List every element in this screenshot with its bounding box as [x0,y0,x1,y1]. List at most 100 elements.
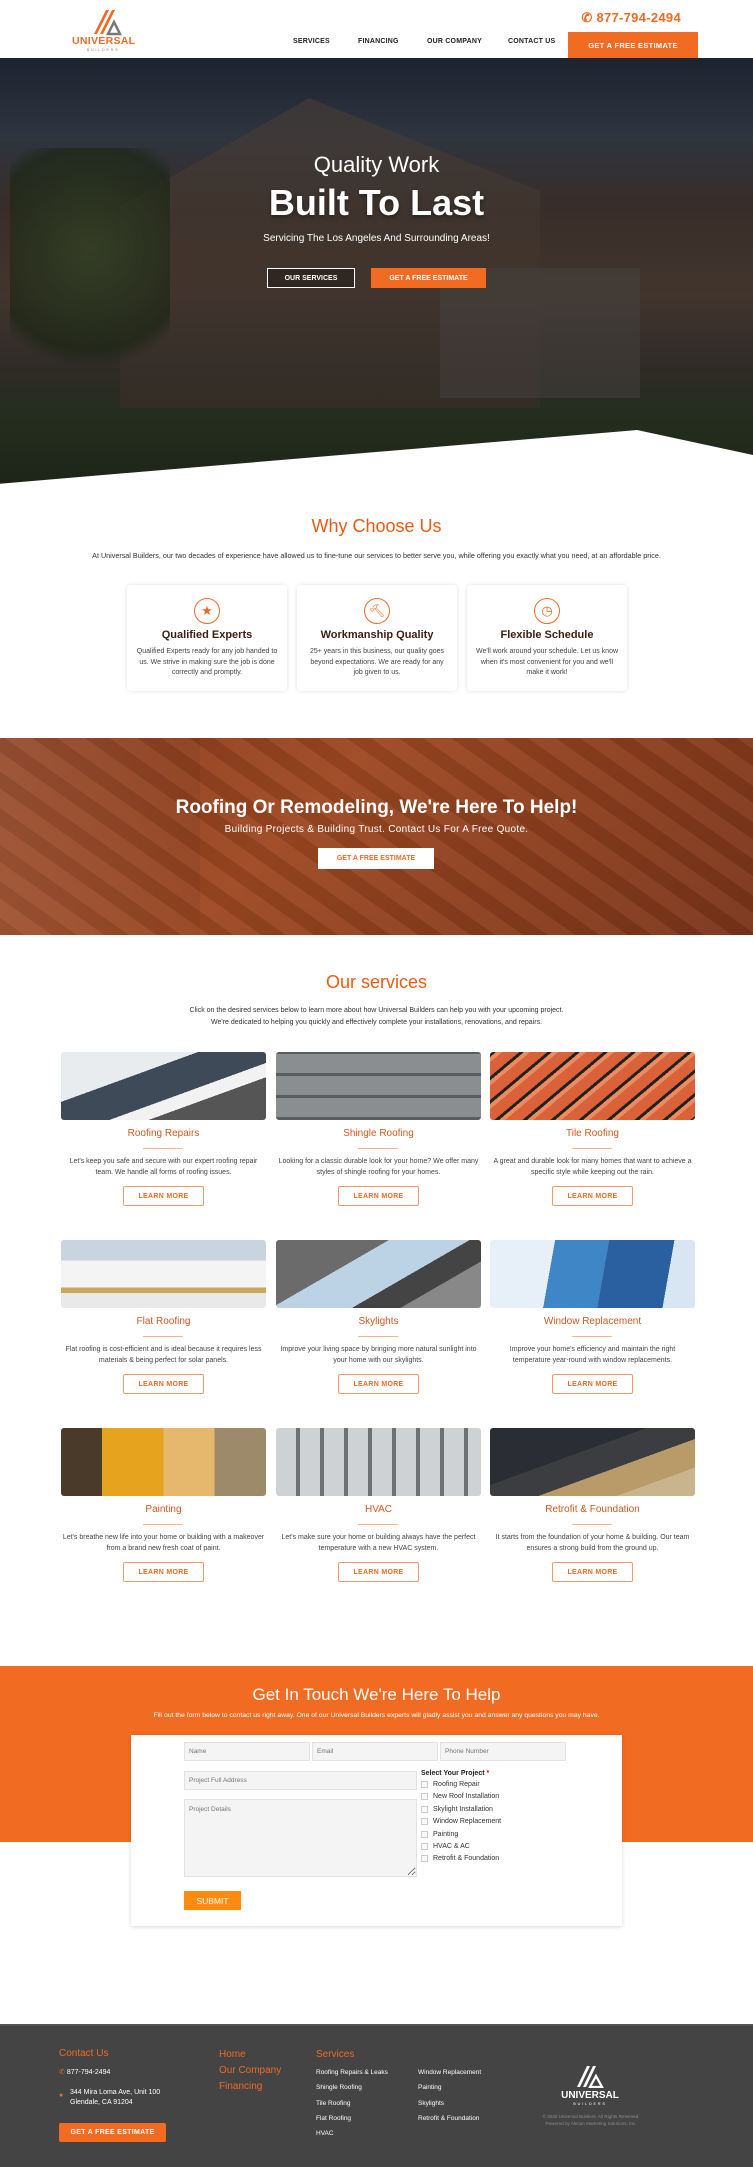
our-services-button[interactable]: OUR SERVICES [267,268,355,288]
checkbox[interactable] [421,1781,428,1788]
hero-estimate-button[interactable]: GET A FREE ESTIMATE [371,268,486,288]
service-image[interactable] [61,1240,266,1308]
nav-financing[interactable]: FINANCING [358,38,399,45]
learn-more-button[interactable]: LEARN MORE [123,1186,204,1206]
footer-service-link[interactable]: Shingle Roofing [316,2084,362,2091]
footer-link-home[interactable]: Home [219,2049,246,2060]
header-estimate-button[interactable]: GET A FREE ESTIMATE [568,32,698,58]
footer-contact-title: Contact Us [59,2048,109,2059]
footer-service-link[interactable]: Flat Roofing [316,2115,351,2122]
service-title[interactable]: Skylights [276,1316,481,1327]
service-card: Tile Roofing A great and durable look for… [490,1052,695,1232]
address-input[interactable] [184,1771,417,1790]
project-option-checkbox[interactable]: Retrofit & Foundation [421,1855,500,1863]
service-title[interactable]: Shingle Roofing [276,1128,481,1139]
learn-more-button[interactable]: LEARN MORE [552,1374,633,1394]
checkbox[interactable] [421,1830,428,1838]
project-option-checkbox[interactable]: Window Replacement [421,1818,502,1826]
checkbox[interactable] [421,1855,428,1863]
service-image[interactable] [276,1428,481,1496]
service-title[interactable]: Roofing Repairs [61,1128,266,1139]
footer-logo-wordmark: UNIVERSAL [561,2090,619,2101]
footer-estimate-button[interactable]: GET A FREE ESTIMATE [59,2123,166,2142]
service-image[interactable] [61,1052,266,1120]
service-image[interactable] [490,1240,695,1308]
required-mark: * [486,1770,490,1777]
checkbox[interactable] [421,1843,428,1850]
checkbox[interactable] [421,1818,428,1826]
service-image[interactable] [276,1240,481,1308]
header-phone[interactable]: ✆ 877-794-2494 [581,10,681,26]
name-input[interactable] [184,1742,310,1761]
footer-phone-number: 877-794-2494 [66,2069,111,2076]
project-details-textarea[interactable] [184,1799,417,1877]
service-description: Improve your living space by bringing mo… [280,1346,477,1364]
service-card: Shingle Roofing Looking for a classic dur… [276,1052,481,1232]
footer-service-link[interactable]: Window Replacement [418,2069,481,2076]
service-image[interactable] [490,1428,695,1496]
learn-more-button[interactable]: LEARN MORE [338,1186,419,1206]
project-option-checkbox[interactable]: New Roof Installation [421,1793,500,1801]
service-title[interactable]: Window Replacement [490,1316,695,1327]
roofer-background-image [0,738,200,935]
service-title[interactable]: Tile Roofing [490,1128,695,1139]
footer-service-link[interactable]: Retrofit & Foundation [418,2115,479,2122]
project-option-checkbox[interactable]: Skylight Installation [421,1805,493,1813]
learn-more-button[interactable]: LEARN MORE [123,1562,204,1582]
project-option-checkbox[interactable]: HVAC & AC [421,1843,470,1850]
project-select-label: Select Your Project * [421,1770,489,1777]
service-title[interactable]: Retrofit & Foundation [490,1504,695,1515]
nav-our-company[interactable]: OUR COMPANY [427,38,482,45]
project-option-label: Retrofit & Foundation [433,1855,500,1863]
project-option-label: Roofing Repair [433,1781,480,1788]
learn-more-button[interactable]: LEARN MORE [123,1374,204,1394]
project-option-label: New Roof Installation [433,1793,500,1801]
learn-more-button[interactable]: LEARN MORE [552,1186,633,1206]
why-title: Why Choose Us [311,516,442,536]
learn-more-button[interactable]: LEARN MORE [338,1562,419,1582]
learn-more-button[interactable]: LEARN MORE [552,1562,633,1582]
email-input[interactable] [312,1742,438,1761]
phone-input[interactable] [440,1742,566,1761]
service-image[interactable] [490,1052,695,1120]
service-card: Retrofit & Foundation It starts from the … [490,1428,695,1608]
project-option-checkbox[interactable]: Roofing Repair [421,1781,480,1788]
logo[interactable]: UNIVERSAL BUILDERS [72,6,136,54]
hammer-icon: 🔨︎ [364,598,390,624]
learn-more-button[interactable]: LEARN MORE [338,1374,419,1394]
footer-link-our-company[interactable]: Our Company [219,2065,281,2076]
checkbox[interactable] [421,1805,428,1813]
service-title[interactable]: Painting [61,1504,266,1515]
service-card: Flat Roofing Flat roofing is cost-efficie… [61,1240,266,1420]
footer-service-link[interactable]: Skylights [418,2100,444,2107]
cta-subtitle: Building Projects & Building Trust. Cont… [224,824,529,835]
checkbox[interactable] [421,1793,428,1801]
footer-service-link[interactable]: Painting [418,2084,442,2091]
service-image[interactable] [61,1428,266,1496]
feature-title: Workmanship Quality [320,629,434,641]
service-card: Window Replacement Improve your home's ef… [490,1240,695,1420]
feature-text: Qualified Experts ready for any job hand… [136,648,278,676]
service-description: Looking for a classic durable look for y… [278,1158,479,1176]
service-title[interactable]: HVAC [276,1504,481,1515]
logo-wordmark: UNIVERSAL [72,35,136,47]
project-option-checkbox[interactable]: Painting [421,1830,458,1838]
service-title[interactable]: Flat Roofing [61,1316,266,1327]
site-header: UNIVERSAL BUILDERS ✆ 877-794-2494 SERVIC… [0,0,753,58]
submit-button[interactable]: SUBMIT [184,1891,241,1910]
phone-icon: ✆ [59,2069,67,2076]
footer-service-link[interactable]: HVAC [316,2130,334,2137]
project-option-label: Window Replacement [433,1818,502,1826]
nav-services[interactable]: SERVICES [293,38,330,45]
cta-title: Roofing Or Remodeling, We're Here To Hel… [175,797,578,818]
footer-service-link[interactable]: Tile Roofing [316,2100,350,2107]
hero-tagline: Servicing The Los Angeles And Surroundin… [263,233,490,244]
footer-link-financing[interactable]: Financing [219,2081,262,2092]
service-image[interactable] [276,1052,481,1120]
footer-phone[interactable]: ✆ 877-794-2494 [59,2068,110,2076]
footer-service-link[interactable]: Roofing Repairs & Leaks [316,2069,388,2076]
nav-contact-us[interactable]: CONTACT US [508,38,555,45]
service-description: Flat roofing is cost-efficient and is id… [65,1346,262,1364]
location-pin-icon: ● [59,2092,64,2099]
cta-estimate-button[interactable]: GET A FREE ESTIMATE [318,848,434,869]
